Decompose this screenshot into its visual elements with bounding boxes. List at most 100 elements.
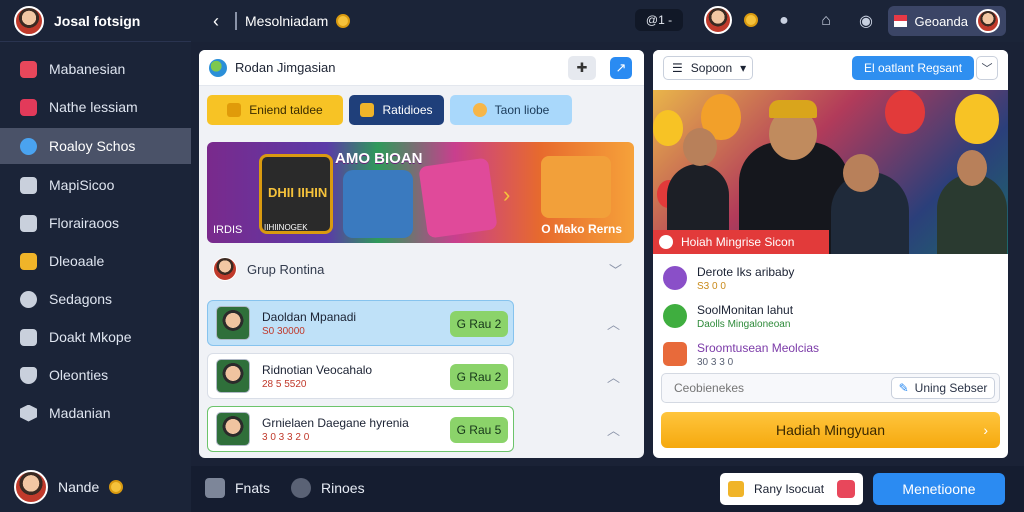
sidebar-item-label: Roaloy Schos [49, 138, 136, 154]
group-header[interactable]: Grup Rontina ﹀ [207, 254, 634, 284]
primary-cta-button[interactable]: El oatlant Regsant [852, 56, 974, 80]
ticket-icon [227, 103, 242, 117]
bottom-link-1[interactable]: Fnats [205, 478, 270, 498]
sidebar-item-7[interactable]: Sedagons [0, 280, 191, 318]
pin-button[interactable]: ✚ [568, 56, 596, 80]
counter-pill[interactable]: @1 - [635, 9, 683, 31]
game-tile-4 [541, 156, 611, 218]
game-text: Daoldan Mpanadi S0 30000 [262, 310, 356, 337]
profile-icon [663, 266, 687, 290]
chevron-right-icon: › [983, 422, 988, 438]
menu-icon: ☰ [672, 61, 683, 75]
chevron-left-icon: ‹ [213, 10, 219, 31]
game-row-2[interactable]: Ridnotian Veocahalo 28 5 5520 G Rau 2 [207, 353, 514, 399]
info-item[interactable]: SoolMonitan lahut Daolls Mingaloneoan [663, 298, 998, 334]
sidebar-item-label: Nathe lessiam [49, 99, 138, 115]
cta-dropdown-toggle[interactable]: ﹀ [976, 56, 998, 80]
game-meta: 28 5 5520 [262, 378, 307, 390]
sidebar-item-5[interactable]: Florairaoos [0, 204, 191, 242]
profile-avatar[interactable] [704, 6, 732, 34]
game-meta: 3 0 3 3 2 0 [262, 431, 310, 443]
folder-icon [20, 252, 37, 270]
bottom-link-label: Rinoes [321, 480, 365, 496]
sidebar-item-10[interactable]: Madanian [0, 394, 191, 432]
right-panel-header: ☰ Sopoon ▾ El oatlant Regsant ﹀ [653, 50, 1008, 86]
sidebar-item-3-active[interactable]: Roaloy Schos [0, 128, 191, 164]
bottom-bar: Fnats Rinoes Rany Isocuat Menetioone [191, 466, 1024, 512]
balloon [885, 90, 925, 134]
sidebar-item-6[interactable]: Dleoaale [0, 242, 191, 280]
puzzle-icon [20, 214, 37, 232]
banner-right-label: O Mako Rerns [541, 222, 622, 236]
primary-bottom-button[interactable]: Menetioone [873, 473, 1005, 505]
group-avatar [213, 257, 237, 281]
back-button[interactable]: ‹ [203, 8, 229, 34]
home-icon[interactable]: ⌂ [815, 10, 837, 32]
banner-title: AMO BIOAN [335, 150, 423, 167]
shield-icon [20, 366, 37, 384]
sidebar-item-4[interactable]: MapiSicoo [0, 166, 191, 204]
game-name: Grnielaen Daegane hyrenia [262, 415, 409, 430]
chip-2[interactable]: Ratidioes [349, 95, 444, 125]
game-row-1[interactable]: Daoldan Mpanadi S0 30000 G Rau 2 [207, 300, 514, 346]
sidebar-item-8[interactable]: Doakt Mkope [0, 318, 191, 356]
info-sub: 30 3 3 0 [697, 356, 734, 368]
search-row: ✎ Uning Sebser [661, 373, 1000, 403]
game-tile-1: DHII IIHIN IIHIINOGEK [259, 154, 333, 234]
live-tag[interactable]: Hoiah Mingrise Sicon [653, 230, 829, 254]
search-button[interactable]: ✎ Uning Sebser [891, 377, 995, 399]
divider [235, 12, 237, 30]
play-button[interactable]: G Rau 5 [450, 417, 508, 443]
game-text: Ridnotian Veocahalo 28 5 5520 [262, 363, 372, 390]
balloon [653, 110, 683, 146]
sidebar-item-9[interactable]: Oleonties [0, 356, 191, 394]
info-sub: Daolls Mingaloneoan [697, 318, 791, 330]
chevron-up-icon[interactable]: ︿ [607, 314, 620, 333]
promo-banner[interactable]: DHII IIHIN IIHIINOGEK › AMO BIOAN IRDIS … [207, 142, 634, 243]
sort-dropdown[interactable]: ☰ Sopoon ▾ [663, 56, 753, 80]
sidebar-item-label: Florairaoos [49, 215, 120, 231]
game-row-3[interactable]: Grnielaen Daegane hyrenia 3 0 3 3 2 0 G … [207, 406, 514, 452]
hero-image: Hoiah Mingrise Sicon [653, 90, 1008, 254]
reward-button[interactable]: Hadiah Mingyuan › [661, 412, 1000, 448]
game-name: Daoldan Mpanadi [262, 309, 357, 324]
sidebar-item-label: Oleonties [49, 367, 109, 383]
search-icon[interactable]: ● [773, 10, 795, 32]
page-title: Mesolniadam [245, 13, 329, 29]
chevron-up-icon[interactable]: ︿ [607, 420, 620, 439]
globe-icon [20, 137, 37, 155]
info-item[interactable]: Derote Iks aribaby S3 0 0 [663, 260, 998, 296]
chevron-up-icon[interactable]: ︿ [607, 367, 620, 386]
tile-sub: IIHIINOGEK [264, 223, 308, 232]
sidebar-item-1[interactable]: Mabanesian [0, 50, 191, 88]
coin-icon [336, 14, 351, 28]
arrow-icon: ↗ [615, 60, 627, 75]
rewards-button[interactable]: Rany Isocuat [720, 473, 863, 505]
chip-1[interactable]: Eniend taldee [207, 95, 343, 125]
user-avatar [14, 470, 48, 504]
sidebar-user[interactable]: Nande [14, 470, 124, 504]
game-name: Ridnotian Veocahalo [262, 362, 373, 377]
right-panel: ☰ Sopoon ▾ El oatlant Regsant ﹀ Hoiah Mi… [653, 50, 1008, 458]
expand-button[interactable]: ↗ [610, 57, 632, 79]
game-tile-2 [343, 170, 413, 238]
user-menu-button[interactable]: Geoanda [888, 6, 1006, 36]
search-input[interactable] [662, 374, 882, 402]
chip-label: Taon liobe [494, 103, 550, 117]
chip-3[interactable]: Taon liobe [450, 95, 572, 125]
notification-icon[interactable]: ◉ [855, 10, 877, 32]
play-button[interactable]: G Rau 2 [450, 364, 508, 390]
tools-icon [20, 328, 37, 346]
info-title: Sroomtusean Meolcias [697, 340, 820, 355]
play-button[interactable]: G Rau 2 [450, 311, 508, 337]
user-menu-label: Geoanda [914, 13, 969, 29]
sidebar-item-2[interactable]: Nathe lessiam [0, 88, 191, 126]
game-thumbnail [216, 412, 250, 446]
sidebar-item-label: Madanian [49, 405, 111, 421]
info-item[interactable]: Sroomtusean Meolcias 30 3 3 0 [663, 336, 998, 372]
chip-label: Ratidioes [382, 103, 433, 117]
bottom-link-2[interactable]: Rinoes [291, 478, 365, 498]
info-list: Derote Iks aribaby S3 0 0 SoolMonitan la… [663, 260, 998, 374]
live-tag-label: Hoiah Mingrise Sicon [681, 235, 795, 249]
tile-text: DHII IIHIN [268, 185, 328, 200]
